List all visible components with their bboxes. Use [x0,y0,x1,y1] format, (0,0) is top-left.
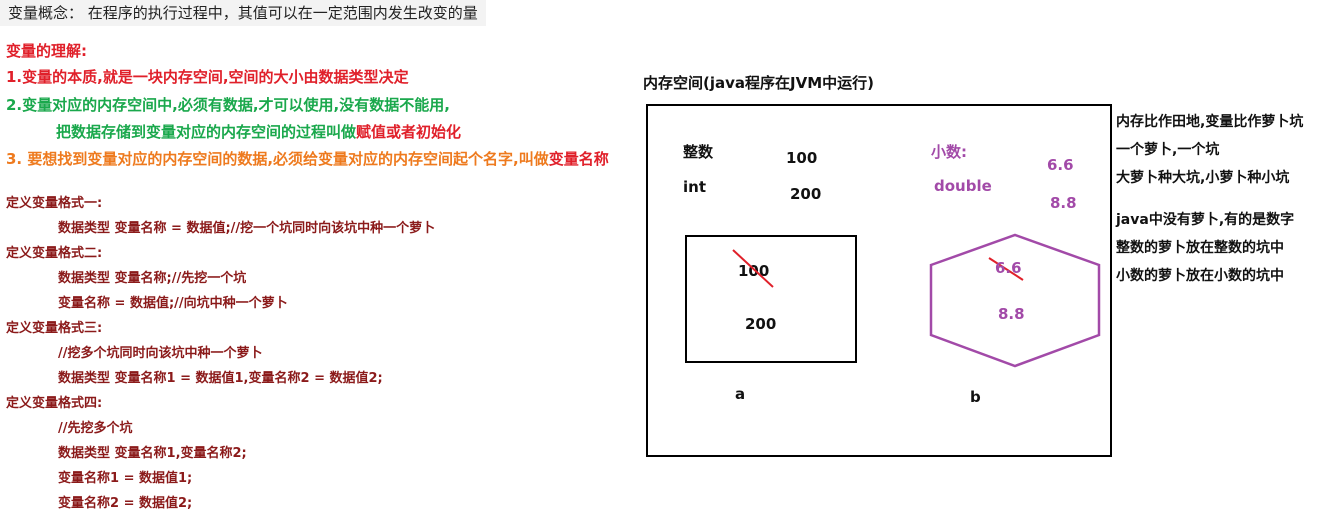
note-line-5: 整数的萝卜放在整数的坑中 [1116,240,1284,256]
variable-b-name: b [970,388,981,406]
note-line-6: 小数的萝卜放在小数的坑中 [1116,268,1284,284]
note-line-2: 一个萝卜,一个坑 [1116,142,1220,158]
note-line-1: 内存比作田地,变量比作萝卜坑 [1116,114,1304,130]
strike-a-old-icon [732,249,774,288]
variable-b-new-value: 8.8 [998,305,1025,323]
diagram-shapes [732,233,1101,368]
variable-b-old-value: 6.6 [995,259,1022,277]
variable-b-hexagon [929,233,1101,368]
note-line-4: java中没有萝卜,有的是数字 [1116,212,1295,228]
note-line-3: 大萝卜种大坑,小萝卜种小坑 [1116,170,1290,186]
